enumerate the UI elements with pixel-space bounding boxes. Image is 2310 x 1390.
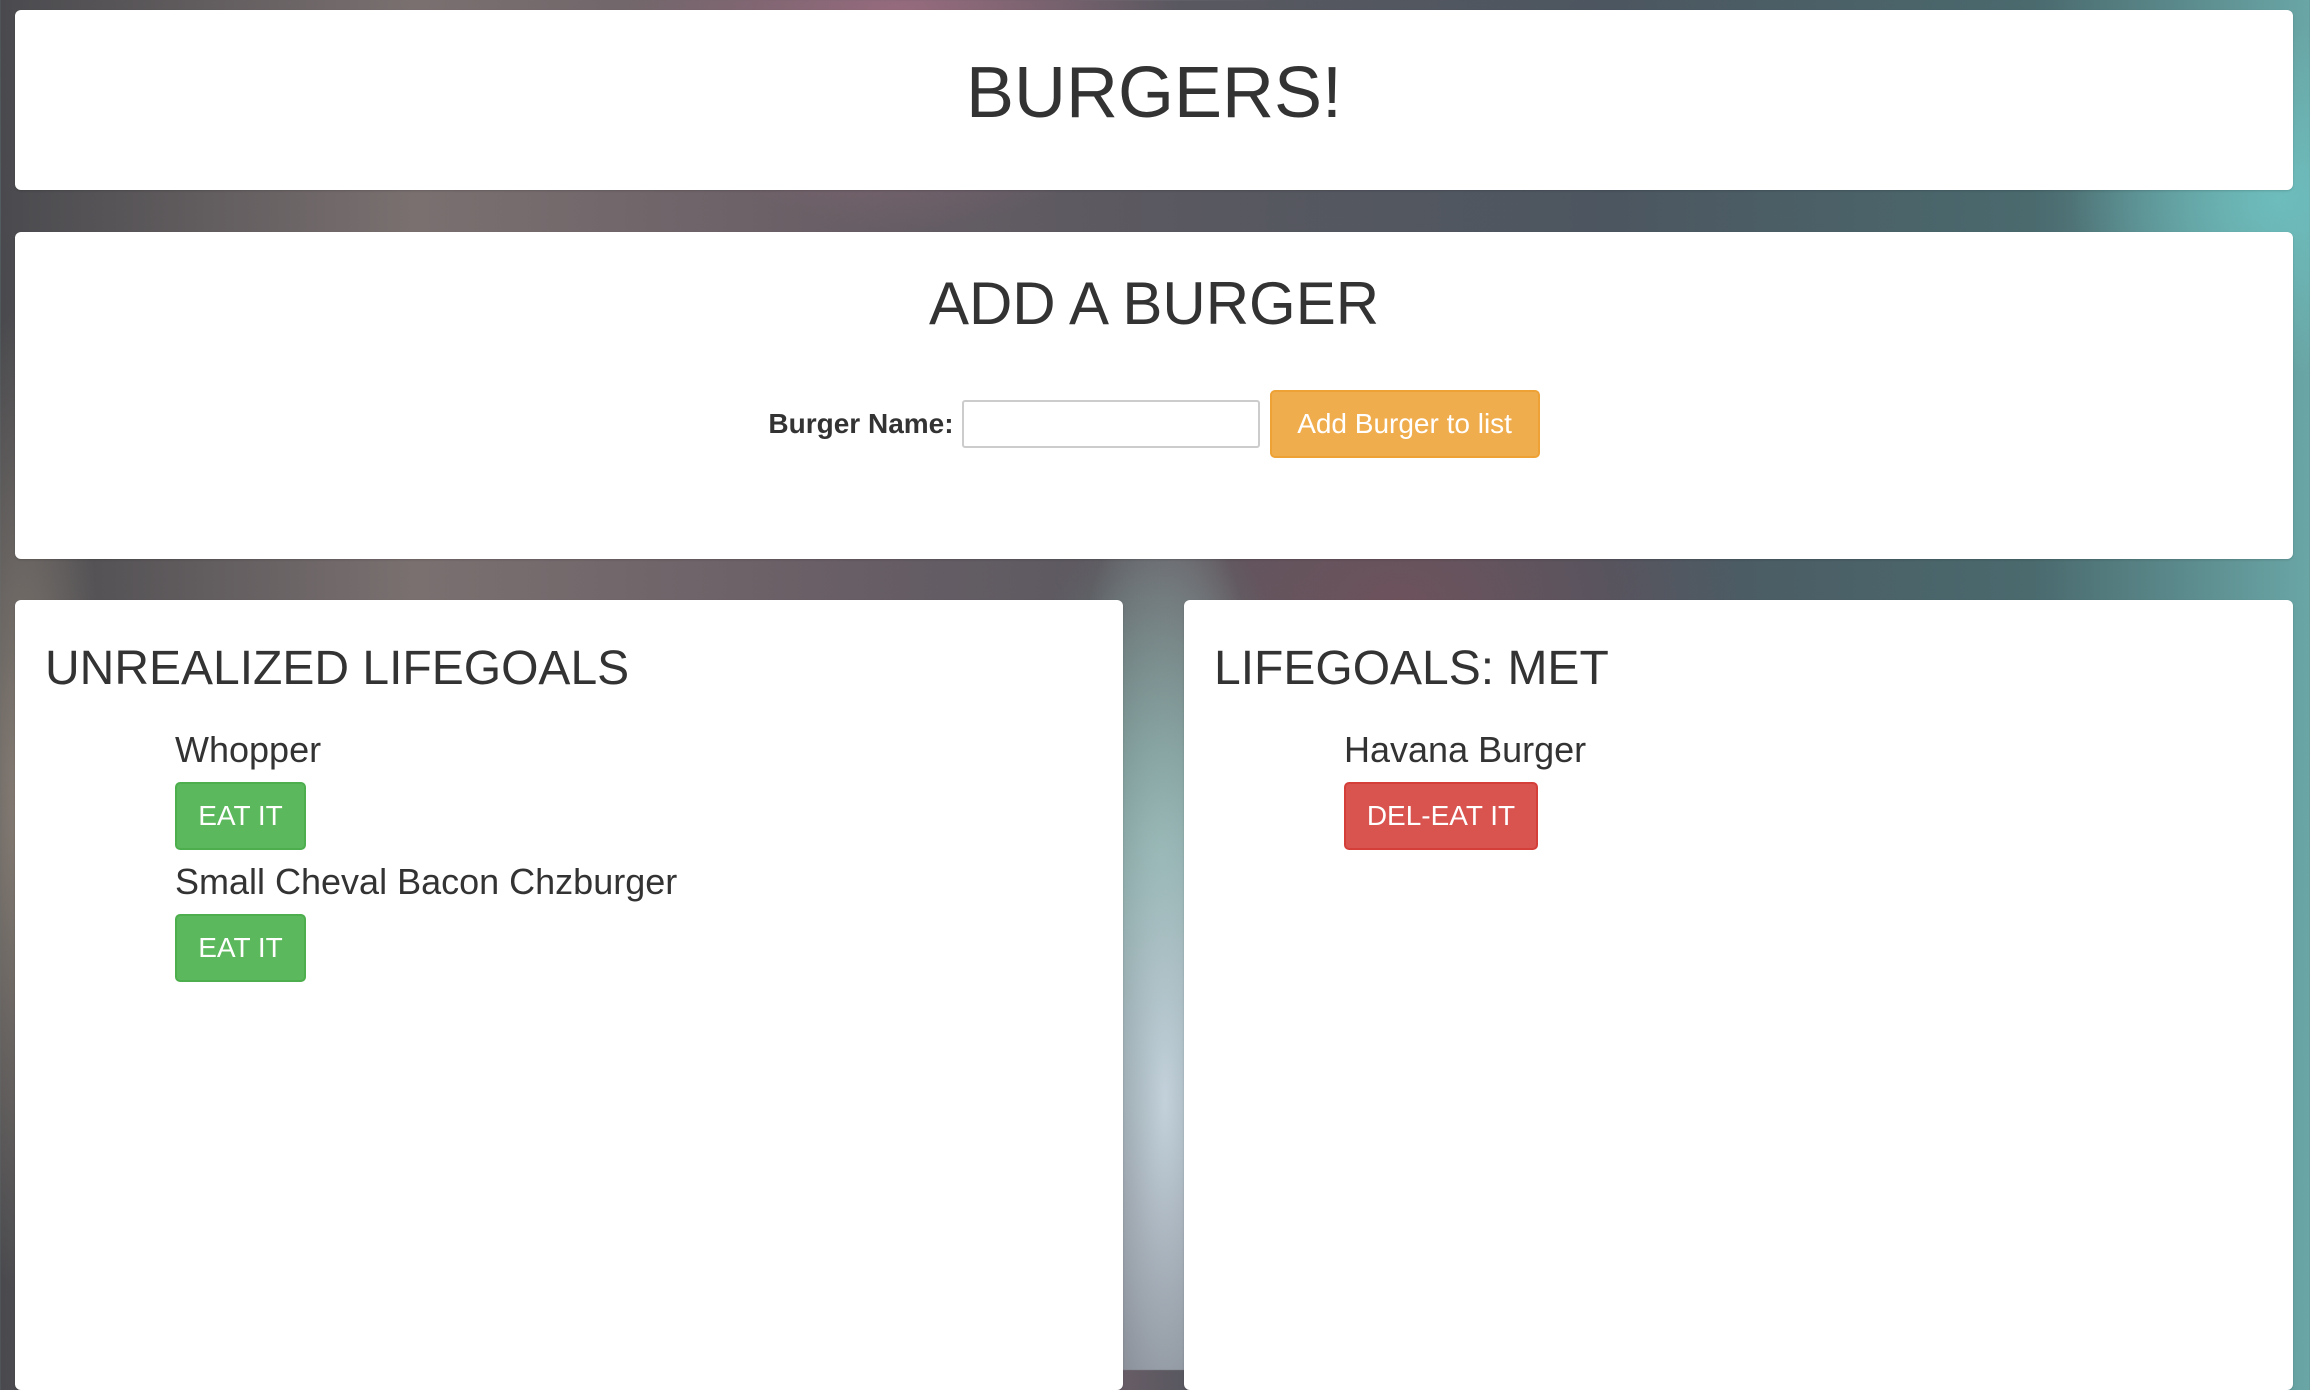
burger-name-label: Burger Name: — [768, 408, 954, 439]
header-panel: BURGERS! — [15, 10, 2293, 190]
unrealized-lifegoals-panel: UNREALIZED LIFEGOALS Whopper EAT IT Smal… — [15, 600, 1123, 1390]
del-eat-it-button[interactable]: DEL-EAT IT — [1344, 782, 1538, 850]
list-item: Whopper EAT IT — [175, 728, 677, 850]
unrealized-burger-list: Whopper EAT IT Small Cheval Bacon Chzbur… — [175, 728, 677, 992]
page-title: BURGERS! — [965, 53, 1343, 133]
list-item: Small Cheval Bacon Chzburger EAT IT — [175, 860, 677, 982]
list-item: Havana Burger DEL-EAT IT — [1344, 728, 1586, 850]
met-burger-list: Havana Burger DEL-EAT IT — [1344, 728, 1586, 860]
unrealized-lifegoals-title: UNREALIZED LIFEGOALS — [45, 642, 630, 695]
lifegoals-met-panel: LIFEGOALS: MET Havana Burger DEL-EAT IT — [1184, 600, 2293, 1390]
add-burger-panel: ADD A BURGER Burger Name: Add Burger to … — [15, 232, 2293, 559]
burger-name-input[interactable] — [961, 400, 1260, 448]
add-burger-button[interactable]: Add Burger to list — [1269, 390, 1540, 458]
eat-it-button[interactable]: EAT IT — [175, 782, 306, 850]
eat-it-button[interactable]: EAT IT — [175, 914, 306, 982]
burger-name: Whopper — [175, 729, 322, 770]
add-burger-title: ADD A BURGER — [928, 270, 1380, 337]
burger-name: Havana Burger — [1344, 729, 1587, 770]
add-burger-form: Burger Name: Add Burger to list — [15, 390, 2293, 458]
burger-name: Small Cheval Bacon Chzburger — [175, 861, 678, 902]
lifegoals-met-title: LIFEGOALS: MET — [1214, 642, 1609, 695]
